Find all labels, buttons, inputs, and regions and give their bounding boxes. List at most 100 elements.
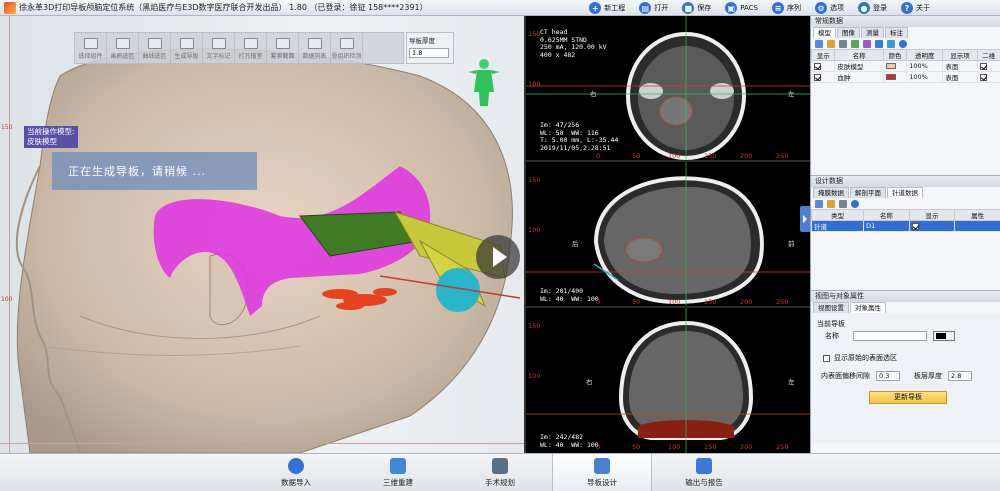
show-original-checkbox[interactable]: [823, 354, 830, 362]
layer-thickness-label: 板层厚度: [914, 372, 942, 380]
tab-common-tabs-3[interactable]: 标注: [885, 27, 908, 38]
nav-step-0[interactable]: 数据导入: [246, 454, 346, 491]
design-show-checkbox[interactable]: [911, 222, 919, 230]
plate-thickness-input[interactable]: [409, 48, 449, 58]
model-show-checkbox[interactable]: [814, 62, 821, 70]
sagittal-right-label: 前: [788, 240, 795, 248]
ruler-tick-label: 150: [704, 443, 717, 451]
model-copy-icon[interactable]: [863, 39, 871, 48]
nav-step-label: 导板设计: [587, 478, 617, 487]
tool-button-8[interactable]: 骨组织检测: [331, 33, 363, 65]
plate-color-picker[interactable]: [933, 331, 955, 341]
offset-input[interactable]: [876, 371, 900, 381]
tool-label: 曲线选区: [142, 53, 167, 60]
head-3d-render: [15, 48, 521, 453]
bottom-workflow-nav: 数据导入 三维重建 手术规划 导板设计 输出与报告: [0, 453, 1000, 491]
series-icon: ≡: [772, 2, 784, 14]
design-visibility-icon[interactable]: [851, 199, 859, 208]
top-action-1[interactable]: ▤ 打开: [639, 0, 668, 16]
nav-step-3[interactable]: 导板设计: [552, 454, 652, 491]
tool-icon: [115, 38, 130, 49]
update-plate-button[interactable]: 更新导板: [869, 391, 947, 404]
model-row[interactable]: 血肿 100% 表面: [810, 71, 1000, 83]
top-action-4[interactable]: ≡ 序列: [772, 0, 801, 16]
tool-label: 画刷选区: [110, 53, 135, 60]
model-edit-icon[interactable]: [827, 39, 835, 48]
tool-button-4[interactable]: 文字标记: [203, 33, 235, 65]
model-opacity: 100%: [909, 73, 928, 81]
model-show-checkbox[interactable]: [814, 73, 821, 81]
tab-view-tabs-0[interactable]: 视图设置: [813, 302, 849, 313]
play-button[interactable]: [476, 235, 520, 279]
tool-icon: [243, 38, 258, 49]
tool-button-3[interactable]: 生成导板: [171, 33, 203, 65]
panel-collapse-tab[interactable]: [800, 206, 810, 232]
tool-button-2[interactable]: 曲线选区: [139, 33, 171, 65]
design-row[interactable]: 针道 D1: [810, 220, 1000, 232]
model-2d-checkbox[interactable]: [979, 62, 987, 70]
ruler-tick-label: 0: [596, 298, 601, 306]
model-add-icon[interactable]: [815, 39, 823, 48]
tool-icon: [147, 38, 162, 49]
layer-thickness-input[interactable]: [948, 371, 972, 381]
design-toolbar: [811, 198, 1000, 209]
top-action-3[interactable]: ▣ PACS: [725, 0, 758, 16]
tool-button-7[interactable]: 数据列表: [299, 33, 331, 65]
top-action-5[interactable]: ⚙ 选项: [815, 0, 844, 16]
axial-left-label: 右: [590, 90, 597, 98]
top-action-2[interactable]: ■ 保存: [682, 0, 711, 16]
model-row[interactable]: 皮肤模型 100% 表面: [810, 60, 1000, 72]
tab-design-tabs-2[interactable]: 针道数据: [887, 187, 923, 198]
viewport-3d[interactable]: 150 100 选择组件 画刷选区 曲线选区 生成导板 文字标记 打孔植室 套索截面 数据列表…: [0, 16, 524, 453]
top-action-0[interactable]: + 新工程: [589, 0, 625, 16]
tool-label: 套索截面: [270, 53, 295, 60]
tool-button-1[interactable]: 画刷选区: [107, 33, 139, 65]
tab-common-tabs-0[interactable]: 模型: [813, 27, 836, 38]
tool-button-5[interactable]: 打孔植室: [235, 33, 267, 65]
top-action-7[interactable]: ? 关于: [901, 0, 930, 16]
nav-step-1[interactable]: 三维重建: [348, 454, 448, 491]
open-folder-icon: ▤: [639, 2, 652, 14]
model-visibility-icon[interactable]: [899, 39, 907, 48]
model-display-mode: 表面: [945, 74, 959, 82]
top-action-6[interactable]: ● 登录: [858, 0, 887, 16]
ruler-vert-label: 100: [528, 80, 541, 88]
model-merge-icon[interactable]: [875, 39, 883, 48]
design-tool-strip: 选择组件 画刷选区 曲线选区 生成导板 文字标记 打孔植室 套索截面 数据列表 骨组织检测: [74, 32, 404, 65]
table-cell: 血肿: [834, 71, 884, 83]
model-export-icon[interactable]: [851, 39, 859, 48]
tool-button-0[interactable]: 选择组件: [75, 33, 107, 65]
nav-step-2[interactable]: 手术规划: [450, 454, 550, 491]
sagittal-slice-view[interactable]: Im: 201/400 WL: 40 WW: 100 后 前: [526, 162, 812, 308]
coronal-slice-view[interactable]: Im: 242/482 WL: 40 WW: 100 右 左: [526, 308, 812, 453]
window-title: 徐永革3D打印导板颅脑定位系统（黑焰医疗与E3D数字医疗联合开发出品） 1.80…: [19, 3, 428, 12]
user-icon: ●: [858, 2, 870, 14]
tab-design-tabs-1[interactable]: 解剖平面: [850, 187, 886, 198]
model-link-icon[interactable]: [887, 39, 895, 48]
plate-name-input[interactable]: [853, 331, 927, 341]
view-props-title: 视图与对象属性: [811, 291, 1000, 302]
table-cell: [810, 60, 836, 72]
tab-design-tabs-0[interactable]: 掩膜数据: [813, 187, 849, 198]
model-2d-checkbox[interactable]: [979, 73, 987, 81]
tab-common-tabs-1[interactable]: 图像: [837, 27, 860, 38]
column-header: 颜色: [882, 49, 908, 61]
tab-view-tabs-1[interactable]: 对象属性: [850, 302, 886, 313]
current-model-name: 皮肤模型: [27, 137, 57, 146]
nav-step-4[interactable]: 输出与报告: [654, 454, 754, 491]
design-add-icon[interactable]: [815, 199, 823, 208]
tool-button-6[interactable]: 套索截面: [267, 33, 299, 65]
design-edit-icon[interactable]: [827, 199, 835, 208]
model-color-swatch[interactable]: [885, 74, 896, 80]
axial-right-label: 左: [788, 90, 795, 98]
design-delete-icon[interactable]: [839, 199, 847, 208]
top-action-label: 选项: [830, 4, 844, 12]
ruler-tick-label: 100: [668, 298, 681, 306]
model-delete-icon[interactable]: [839, 39, 847, 48]
axial-slice-view[interactable]: CT head 0.625MM STND 250 mA, 120.00 kV 4…: [526, 16, 812, 162]
top-action-label: PACS: [740, 4, 758, 12]
model-color-swatch[interactable]: [885, 63, 896, 69]
tab-common-tabs-2[interactable]: 测量: [861, 27, 884, 38]
model-display-mode: 表面: [945, 63, 959, 71]
ruler-left: 150 100: [0, 16, 12, 453]
